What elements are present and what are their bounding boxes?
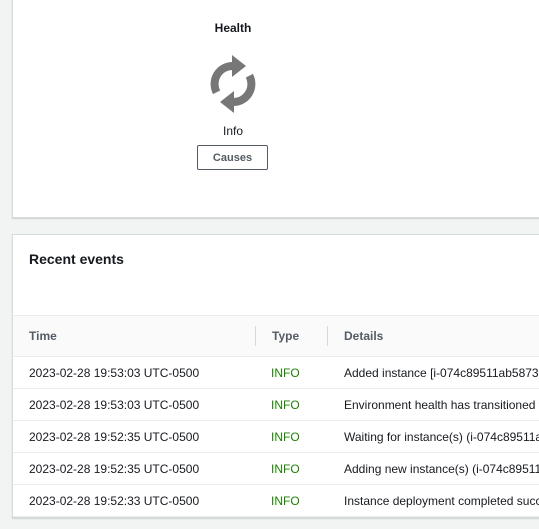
causes-button[interactable]: Causes [197, 145, 268, 170]
event-time: 2023-02-28 19:52:35 UTC-0500 [13, 452, 256, 485]
table-row: 2023-02-28 19:53:03 UTC-0500 INFO Added … [13, 356, 539, 389]
events-table: Time Type Details 2023-02-28 19:53:03 UT… [13, 315, 539, 517]
event-details: Waiting for instance(s) (i-074c89511ab [328, 420, 539, 453]
event-type: INFO [256, 388, 328, 421]
table-row: 2023-02-28 19:52:35 UTC-0500 INFO Waitin… [13, 420, 539, 453]
recent-events-title: Recent events [29, 251, 124, 267]
event-details: Added instance [i-074c89511ab5873be [328, 356, 539, 389]
column-header-time-label: Time [29, 329, 57, 343]
event-type: INFO [256, 420, 328, 453]
column-header-type[interactable]: Type [256, 315, 328, 357]
events-table-container: Time Type Details 2023-02-28 19:53:03 UT… [13, 315, 539, 517]
event-details: Instance deployment completed succes [328, 484, 539, 517]
event-time: 2023-02-28 19:53:03 UTC-0500 [13, 388, 256, 421]
health-panel: Health Info Causes [12, 0, 539, 218]
column-header-type-label: Type [272, 329, 300, 343]
event-details: Environment health has transitioned fr [328, 388, 539, 421]
refresh-icon [206, 53, 260, 115]
health-title: Health [214, 21, 252, 35]
column-header-time[interactable]: Time [13, 315, 256, 357]
event-time: 2023-02-28 19:53:03 UTC-0500 [13, 356, 256, 389]
event-details: Adding new instance(s) (i-074c89511ab [328, 452, 539, 485]
event-type: INFO [256, 484, 328, 517]
column-header-details-label: Details [344, 329, 384, 343]
event-type: INFO [256, 356, 328, 389]
table-row: 2023-02-28 19:52:35 UTC-0500 INFO Adding… [13, 452, 539, 485]
event-time: 2023-02-28 19:52:35 UTC-0500 [13, 420, 256, 453]
table-row: 2023-02-28 19:52:33 UTC-0500 INFO Instan… [13, 484, 539, 517]
column-header-details[interactable]: Details [328, 315, 539, 357]
event-time: 2023-02-28 19:52:33 UTC-0500 [13, 484, 256, 517]
table-row: 2023-02-28 19:53:03 UTC-0500 INFO Enviro… [13, 388, 539, 421]
events-table-header: Time Type Details [13, 315, 539, 357]
health-status: Info [222, 124, 243, 138]
event-type: INFO [256, 452, 328, 485]
recent-events-panel: Recent events Time Type Details 2023-02-… [12, 234, 539, 518]
